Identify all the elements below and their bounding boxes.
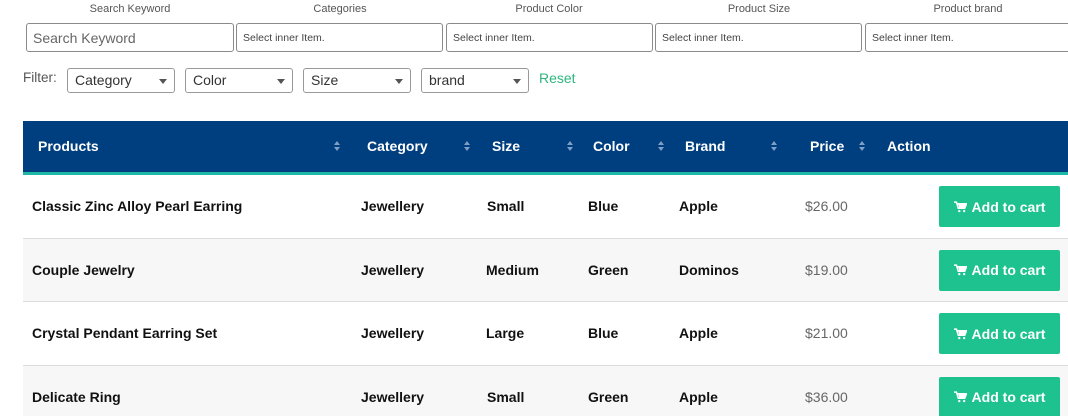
table-header: Products Category Size Color Brand Price… [23,121,1068,175]
sort-icon[interactable] [859,141,867,152]
shopping-cart-icon [953,200,967,212]
add-to-cart-label: Add to cart [971,198,1046,215]
brand-select-value: brand [429,72,465,88]
header-brand[interactable]: Brand [685,121,725,172]
category-select-value: Category [75,72,132,88]
sort-icon[interactable] [771,141,779,152]
sort-icon[interactable] [567,141,575,152]
filter-row: Filter: Category Color Size brand Reset [0,68,1068,94]
product-size-label: Product Size [727,3,791,15]
product-size: Small [487,198,525,214]
category-select[interactable]: Category [67,68,175,93]
add-to-cart-button[interactable]: Add to cart [939,313,1060,354]
search-labels: Search Keyword Categories Product Color … [0,0,1068,18]
chevron-down-icon [395,79,403,84]
table-row: Couple Jewelry Jewellery Medium Green Do… [23,238,1068,302]
header-action: Action [887,138,931,154]
product-color: Blue [588,198,619,214]
size-select-value: Size [311,72,339,88]
product-name: Crystal Pendant Earring Set [32,325,218,341]
categories-label: Categories [313,3,367,15]
color-select[interactable]: Color [185,68,293,93]
shopping-cart-icon [953,391,967,403]
product-price: $21.00 [805,325,848,341]
header-color[interactable]: Color [593,121,630,172]
shopping-cart-icon [953,264,967,276]
sort-icon[interactable] [464,141,472,152]
product-size: Large [486,325,525,341]
sort-icon[interactable] [658,141,666,152]
table-row: Classic Zinc Alloy Pearl Earring Jewelle… [23,175,1068,239]
add-to-cart-button[interactable]: Add to cart [939,186,1060,227]
product-brand: Apple [679,325,718,341]
product-category: Jewellery [361,325,425,341]
product-category: Jewellery [361,198,425,214]
color-select-value: Color [193,72,227,88]
shopping-cart-icon [953,327,967,339]
brand-select[interactable]: brand [421,68,529,93]
product-name: Couple Jewelry [32,261,135,278]
header-price[interactable]: Price [810,121,844,172]
add-to-cart-label: Add to cart [971,262,1046,278]
chevron-down-icon [159,79,167,84]
product-name: Delicate Ring [32,388,121,405]
header-products[interactable]: Products [38,121,99,172]
search-fields [0,23,1068,53]
product-color: Green [588,388,629,405]
table-row: Delicate Ring Jewellery Small Green Appl… [23,365,1068,416]
product-category: Jewellery [361,388,425,405]
add-to-cart-button[interactable]: Add to cart [939,376,1060,416]
product-color: Blue [588,325,619,341]
product-brand: Apple [679,388,718,405]
product-price: $26.00 [805,198,848,214]
product-brand-label: Product brand [933,3,1003,15]
product-size: Medium [486,261,539,278]
search-keyword-label: Search Keyword [89,3,171,15]
size-select[interactable]: Size [303,68,411,93]
product-brand: Dominos [679,261,739,278]
product-color: Green [588,261,629,278]
sort-icon[interactable] [334,141,342,152]
categories-input[interactable] [236,23,443,52]
product-price: $19.00 [805,261,848,278]
product-brand: Apple [679,198,718,214]
table-row: Crystal Pendant Earring Set Jewellery La… [23,302,1068,366]
header-category[interactable]: Category [367,121,428,172]
product-size: Small [487,388,525,405]
chevron-down-icon [277,79,285,84]
products-table: Products Category Size Color Brand Price… [23,121,1068,416]
product-price: $36.00 [805,388,848,405]
header-size[interactable]: Size [492,121,520,172]
product-name: Classic Zinc Alloy Pearl Earring [32,198,243,214]
search-keyword-input[interactable] [26,23,234,52]
add-to-cart-label: Add to cart [971,325,1046,342]
product-brand-input[interactable] [865,23,1068,52]
add-to-cart-button[interactable]: Add to cart [939,249,1060,291]
add-to-cart-label: Add to cart [971,389,1046,405]
filter-label: Filter: [23,70,57,85]
product-size-input[interactable] [655,23,862,52]
product-category: Jewellery [361,261,425,278]
chevron-down-icon [513,79,521,84]
product-color-input[interactable] [446,23,653,52]
product-color-label: Product Color [515,3,583,15]
reset-link[interactable]: Reset [539,70,576,86]
